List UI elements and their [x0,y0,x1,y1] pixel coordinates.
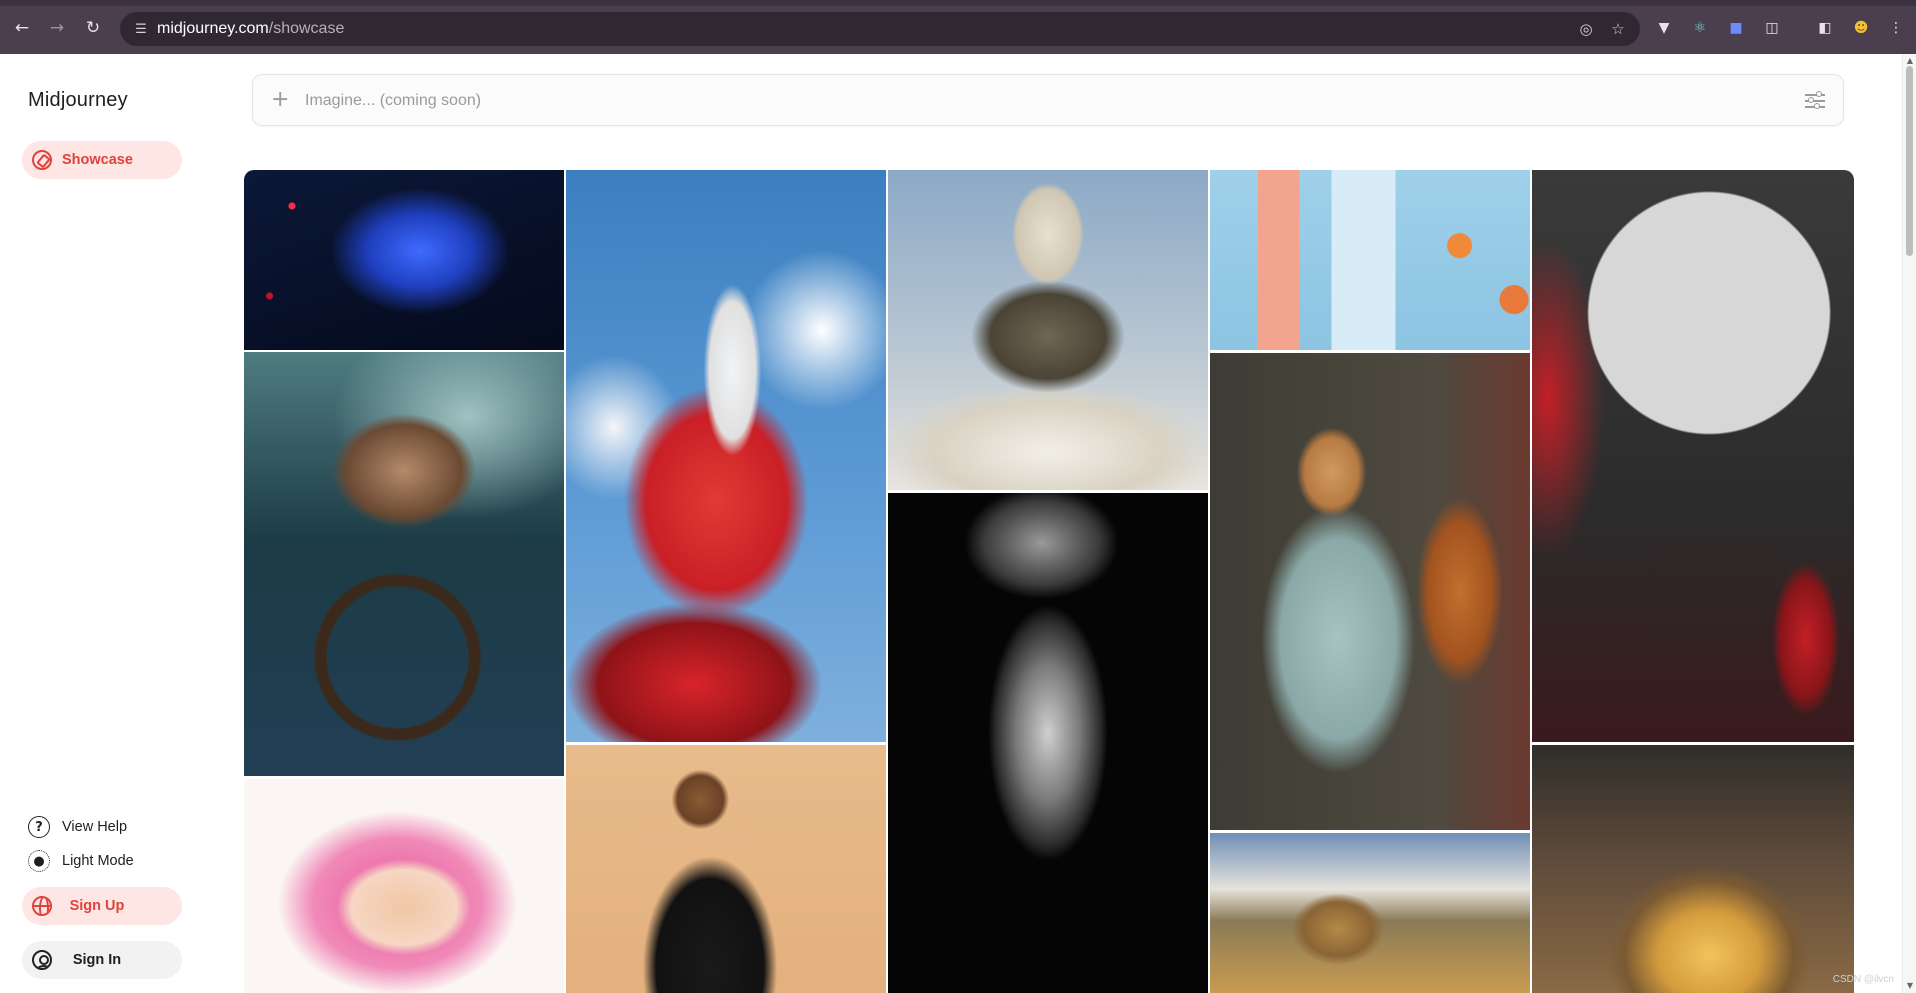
sign-up-label: Sign Up [69,898,125,914]
url-host: midjourney.com [157,20,269,37]
sign-in-button[interactable]: Sign In [22,941,182,979]
sun-icon: ● [28,850,50,872]
gallery-image-blue-ninja[interactable] [244,170,564,350]
imagine-input[interactable] [305,89,1505,113]
browser-menu-icon[interactable]: ⋮ [1886,18,1906,38]
sign-up-button[interactable]: Sign Up [22,887,182,925]
view-help-label: View Help [62,819,128,835]
tab-strip [0,0,1916,6]
extension-blue-icon[interactable]: ■ [1726,18,1746,38]
page: Midjourney Showcase ? View Help ● Light … [0,54,1916,993]
plus-icon[interactable]: + [271,88,289,112]
gallery-image-golden-leaf[interactable] [1532,745,1854,993]
url-text[interactable]: midjourney.com/showcase [157,20,344,38]
sliders-icon[interactable] [1805,91,1825,110]
light-mode-label: Light Mode [62,853,134,869]
sidebar: Midjourney Showcase ? View Help ● Light … [0,54,200,993]
gallery-image-beetle-woman[interactable] [1210,353,1530,830]
forward-arrow-icon[interactable]: → [46,17,68,39]
side-panel-icon[interactable]: ◧ [1815,18,1835,38]
extension-react-icon[interactable]: ⚛ [1690,18,1710,38]
gallery-image-black-dress[interactable] [566,745,886,993]
profile-avatar-icon[interactable]: ☻ [1851,18,1871,38]
gallery-image-pink-lion[interactable] [244,779,564,993]
showcase-gallery [244,170,1854,993]
gallery-image-sailor[interactable] [244,352,564,776]
imagine-bar[interactable]: + [252,74,1844,126]
compass-icon [32,150,52,170]
sign-in-label: Sign In [72,952,122,968]
gallery-image-puma[interactable] [1210,833,1530,993]
gallery-image-stationery[interactable] [1210,170,1530,350]
site-info-icon[interactable]: ☰ [132,20,150,38]
light-mode-toggle[interactable]: ● Light Mode [28,848,134,874]
url-path: /showcase [268,20,345,37]
scroll-down-icon[interactable]: ▼ [1905,981,1915,991]
bookmark-star-icon[interactable]: ☆ [1608,20,1628,38]
gallery-image-floating-castle[interactable] [888,170,1208,490]
page-scrollbar[interactable]: ▲ ▼ [1902,54,1916,993]
nav-showcase[interactable]: Showcase [22,141,182,179]
extension-v-icon[interactable]: ▼ [1654,18,1674,38]
scroll-up-icon[interactable]: ▲ [1905,56,1915,66]
help-icon: ? [28,816,50,838]
gallery-image-gothic-moon[interactable] [1532,170,1854,742]
extensions-puzzle-icon[interactable]: ◫ [1762,18,1782,38]
eye-off-icon[interactable]: ◎ [1576,20,1596,38]
scroll-thumb[interactable] [1906,66,1913,256]
user-circle-icon [32,950,52,970]
globe-icon [32,896,52,916]
nav-showcase-label: Showcase [62,152,133,168]
gallery-image-metal-face[interactable] [888,493,1208,993]
watermark: CSDN @ilvcn [1832,974,1894,985]
back-arrow-icon[interactable]: ← [11,17,33,39]
view-help-link[interactable]: ? View Help [28,814,127,840]
browser-toolbar: ← → ↻ ☰ midjourney.com/showcase ◎ ☆ ▼ ⚛ … [0,0,1916,54]
address-bar[interactable]: ☰ midjourney.com/showcase ◎ ☆ [120,12,1640,46]
brand-logo[interactable]: Midjourney [28,89,128,112]
reload-icon[interactable]: ↻ [82,17,104,39]
gallery-image-strawberry-girl[interactable] [566,170,886,742]
